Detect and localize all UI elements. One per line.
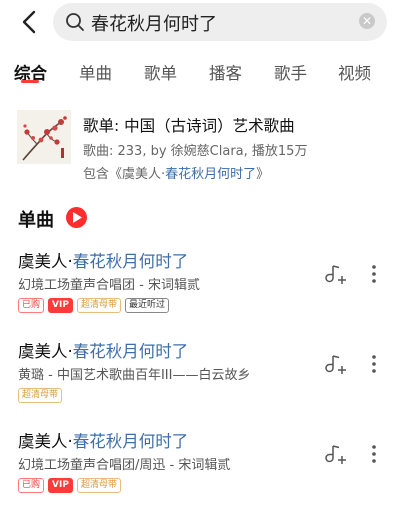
more-vertical-icon [372, 445, 376, 463]
song-badges: 超清母带 [18, 388, 66, 404]
song-title-highlight: 春花秋月何时了 [72, 252, 189, 271]
recently-played-badge: 最近听过 [124, 298, 169, 313]
playlist-title: 歌单: 中国（古诗词）艺术歌曲 [83, 117, 295, 135]
add-to-playlist-button[interactable] [324, 444, 348, 466]
song-title: 虞美人·春花秋月何时了 [18, 428, 188, 452]
song-title-prefix: 虞美人· [18, 342, 73, 361]
purchased-badge: 已购 [18, 298, 45, 313]
song-title-prefix: 虞美人· [18, 252, 73, 271]
playlist-cover [17, 110, 71, 164]
songs-section-header: 单曲 [18, 206, 87, 231]
search-input[interactable]: 春花秋月何时了 [91, 10, 217, 36]
song-badges: 已购 VIP 超清母带 [18, 478, 125, 494]
more-options-button[interactable] [366, 352, 382, 376]
active-tab-indicator [21, 80, 39, 83]
tab-artists[interactable]: 歌手 [274, 60, 307, 84]
tab-bar: 综合 单曲 歌单 播客 歌手 视频 [0, 54, 404, 90]
add-to-playlist-button[interactable] [324, 354, 348, 376]
add-to-playlist-icon [325, 445, 346, 464]
vip-badge: VIP [48, 298, 73, 313]
clear-icon[interactable]: ✕ [359, 13, 375, 29]
search-bar[interactable]: 春花秋月何时了 ✕ [53, 3, 387, 41]
play-icon [73, 212, 82, 223]
tab-songs[interactable]: 单曲 [79, 60, 112, 84]
playlist-contains-prefix: 包含《虞美人· [83, 167, 166, 182]
add-to-playlist-icon [325, 265, 346, 284]
playlist-contains-highlight: 春花秋月何时了 [165, 167, 257, 182]
song-row[interactable]: 虞美人·春花秋月何时了 黄璐 - 中国艺术歌曲百年III——白云故乡 超清母带 [0, 338, 404, 418]
song-subtitle: 幻境工场童声合唱团/周迅 - 宋词辑贰 [18, 458, 231, 473]
more-options-button[interactable] [366, 442, 382, 466]
playlist-result[interactable]: 歌单: 中国（古诗词）艺术歌曲 歌曲: 233, by 徐婉慈Clara, 播放… [0, 104, 404, 186]
more-vertical-icon [372, 265, 376, 283]
more-options-button[interactable] [366, 262, 382, 286]
master-quality-badge: 超清母带 [18, 388, 63, 403]
search-icon [66, 13, 84, 31]
song-subtitle: 黄璐 - 中国艺术歌曲百年III——白云故乡 [18, 368, 251, 383]
song-subtitle: 幻境工场童声合唱团 - 宋词辑贰 [18, 278, 200, 293]
song-title: 虞美人·春花秋月何时了 [18, 338, 188, 362]
tab-podcasts[interactable]: 播客 [209, 60, 242, 84]
section-title: 单曲 [18, 210, 54, 231]
song-title-highlight: 春花秋月何时了 [72, 342, 189, 361]
song-title: 虞美人·春花秋月何时了 [18, 248, 188, 272]
song-row[interactable]: 虞美人·春花秋月何时了 幻境工场童声合唱团/周迅 - 宋词辑贰 已购 VIP 超清母… [0, 428, 404, 508]
playlist-meta: 歌曲: 233, by 徐婉慈Clara, 播放15万 [83, 144, 308, 159]
vip-badge: VIP [48, 478, 73, 493]
back-button[interactable] [18, 8, 42, 36]
song-title-prefix: 虞美人· [18, 432, 73, 451]
play-all-button[interactable] [66, 207, 87, 228]
master-quality-badge: 超清母带 [76, 478, 121, 493]
playlist-contains-suffix: 》 [256, 167, 270, 182]
tab-videos[interactable]: 视频 [338, 60, 371, 84]
playlist-contains: 包含《虞美人·春花秋月何时了》 [83, 163, 269, 182]
add-to-playlist-icon [325, 355, 346, 374]
purchased-badge: 已购 [18, 478, 45, 493]
master-quality-badge: 超清母带 [76, 298, 121, 313]
header: 春花秋月何时了 ✕ [0, 0, 404, 44]
add-to-playlist-button[interactable] [324, 264, 348, 286]
tab-playlists[interactable]: 歌单 [144, 60, 177, 84]
song-badges: 已购 VIP 超清母带 最近听过 [18, 298, 173, 314]
chevron-left-icon [22, 10, 36, 34]
song-title-highlight: 春花秋月何时了 [72, 432, 189, 451]
song-row[interactable]: 虞美人·春花秋月何时了 幻境工场童声合唱团 - 宋词辑贰 已购 VIP 超清母带 最近… [0, 248, 404, 328]
more-vertical-icon [372, 355, 376, 373]
